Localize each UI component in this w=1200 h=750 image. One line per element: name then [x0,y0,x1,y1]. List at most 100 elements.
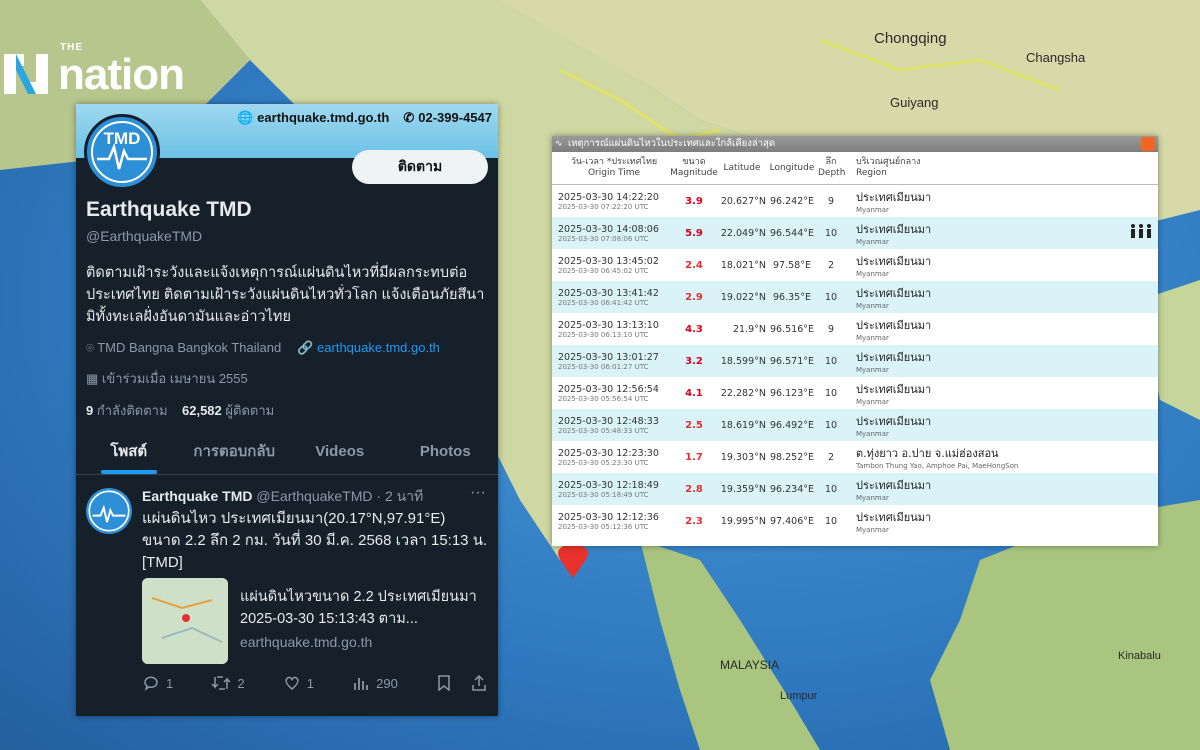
depth: 9 [827,323,835,335]
utc-time: 2025-03-30 06:45:02 UTC [558,266,649,275]
local-time: 2025-03-30 12:48:33 [558,415,659,427]
logo-the-text: THE [60,42,83,53]
views-icon [354,678,369,690]
header-depth-en: Depth [818,168,846,178]
bookmark-icon[interactable] [436,674,452,692]
depth: 10 [824,483,838,495]
cell-time: 2025-03-30 13:01:27 2025-03-30 06:01:27 U… [552,352,670,371]
region-en: Myanmar [856,270,889,278]
map-label-malaysia: MALAYSIA [720,658,780,672]
region-en: Myanmar [856,526,889,534]
retweet-button[interactable]: 2 [211,674,245,692]
cell-region: ประเทศเมียนมา Myanmar [844,252,1124,278]
followers-stat[interactable]: 62,582 ผู้ติดตาม [182,403,274,418]
depth: 10 [824,387,838,399]
tab-replies[interactable]: การตอบกลับ [182,428,288,474]
utc-time: 2025-03-30 05:48:33 UTC [558,426,649,435]
header-region-th: บริเวณศูนย์กลาง [856,157,921,167]
table-row[interactable]: 2025-03-30 13:13:10 2025-03-30 06:13:10 U… [552,313,1158,345]
region-en: Myanmar [856,494,889,502]
banner-website: 🌐 earthquake.tmd.go.th [236,110,390,125]
map-label-changsha: Changsha [1026,50,1086,65]
cell-region: ต.ทุ่งยาว อ.ปาย จ.แม่ฮ่องสอน Tambon Thung… [844,444,1124,470]
views-count: 290 [376,675,398,691]
latitude: 19.303°N [720,451,766,463]
tweet-link-card[interactable]: แผ่นดินไหวขนาด 2.2 ประเทศเมียนมา 2025-03… [142,578,488,666]
table-row[interactable]: 2025-03-30 12:12:36 2025-03-30 05:12:36 U… [552,505,1158,537]
magnitude: 2.9 [685,291,703,303]
local-time: 2025-03-30 13:41:42 [558,287,659,299]
location-pin-icon: ⌾ [86,340,98,355]
table-row[interactable]: 2025-03-30 13:45:02 2025-03-30 06:45:02 U… [552,249,1158,281]
magnitude: 2.4 [685,259,703,271]
table-row[interactable]: 2025-03-30 13:01:27 2025-03-30 06:01:27 U… [552,345,1158,377]
local-time: 2025-03-30 14:08:06 [558,223,659,235]
header-latitude: Latitude [723,162,761,173]
latitude: 20.627°N [720,195,766,207]
more-options-icon[interactable]: ··· [470,484,486,502]
tab-videos[interactable]: Videos [287,428,393,474]
region-en: Myanmar [856,334,889,342]
share-icon[interactable] [470,674,488,692]
profile-location: ⌾ TMD Bangna Bangkok Thailand [86,340,282,355]
tweet[interactable]: Earthquake TMD @EarthquakeTMD · 2 นาที ·… [76,476,498,716]
table-row[interactable]: 2025-03-30 12:56:54 2025-03-30 05:56:54 U… [552,377,1158,409]
header-mag-th: ขนาด [682,157,706,167]
link-card-title: แผ่นดินไหวขนาด 2.2 ประเทศเมียนมา 2025-03… [240,589,477,627]
table-row[interactable]: 2025-03-30 12:48:33 2025-03-30 05:48:33 U… [552,409,1158,441]
region-en: Myanmar [856,302,889,310]
people-icon[interactable] [1124,223,1158,243]
profile-avatar[interactable]: TMD [84,114,160,190]
map-label-chongqing: Chongqing [874,30,947,47]
local-time: 2025-03-30 12:12:36 [558,511,659,523]
tweet-text: แผ่นดินไหว ประเทศเมียนมา(20.17°N,97.91°E… [142,510,488,571]
the-nation-logo: THE nation [0,42,185,98]
cell-time: 2025-03-30 14:08:06 2025-03-30 07:08:06 U… [552,224,670,243]
header-time-th: วัน-เวลา *ประเทศไทย [570,157,658,167]
views-button[interactable]: 290 [352,674,398,692]
region-en: Myanmar [856,430,889,438]
follow-button[interactable]: ติดตาม [352,150,488,184]
magnitude: 1.7 [685,451,703,463]
profile-name: Earthquake TMD [86,198,252,221]
profile-link[interactable]: 🔗 earthquake.tmd.go.th [297,340,440,356]
rss-icon[interactable] [1141,137,1155,151]
table-row[interactable]: 2025-03-30 14:22:20 2025-03-30 07:22:20 U… [552,185,1158,217]
table-row[interactable]: 2025-03-30 14:08:06 2025-03-30 07:08:06 U… [552,217,1158,249]
tweet-header: Earthquake TMD @EarthquakeTMD · 2 นาที [142,486,423,508]
local-time: 2025-03-30 12:23:30 [558,447,659,459]
local-time: 2025-03-30 13:45:02 [558,255,659,267]
region-en: Myanmar [856,398,889,406]
retweet-count: 2 [237,675,245,691]
link-icon: 🔗 [297,340,318,355]
magnitude: 2.3 [685,515,703,527]
map-label-guiyang: Guiyang [890,95,939,110]
cell-region: ประเทศเมียนมา Myanmar [844,348,1124,374]
reply-button[interactable]: 1 [142,674,173,692]
utc-time: 2025-03-30 06:01:27 UTC [558,362,649,371]
region-th: ประเทศเมียนมา [856,479,932,492]
following-stat[interactable]: 9 กำลังติดตาม [86,403,168,418]
region-en: Tambon Thung Yao, Amphoe Pai, MaeHongSon [856,462,1019,470]
cell-region: ประเทศเมียนมา Myanmar [844,220,1124,246]
profile-bio: ติดตามเฝ้าระวังและแจ้งเหตุการณ์แผ่นดินไห… [86,265,485,325]
cell-time: 2025-03-30 14:22:20 2025-03-30 07:22:20 U… [552,192,670,211]
utc-time: 2025-03-30 07:08:06 UTC [558,234,649,243]
like-button[interactable]: 1 [283,674,314,692]
table-row[interactable]: 2025-03-30 12:23:30 2025-03-30 05:23:30 U… [552,441,1158,473]
utc-time: 2025-03-30 06:41:42 UTC [558,298,649,307]
twitter-profile-card: 🌐 earthquake.tmd.go.th ✆ 02-399-4547 TMD ต… [76,104,498,716]
magnitude: 3.2 [685,355,703,367]
tab-photos[interactable]: Photos [393,428,499,474]
tweet-avatar[interactable] [86,488,132,534]
cell-time: 2025-03-30 12:23:30 2025-03-30 05:23:30 U… [552,448,670,467]
tab-posts[interactable]: โพสต์ [76,428,182,474]
table-row[interactable]: 2025-03-30 12:18:49 2025-03-30 05:18:49 U… [552,473,1158,505]
longitude: 96.544°E [770,227,814,239]
earthquake-table-panel: ∿ เหตุการณ์แผ่นดินไหวในประเทศและใกล้เคีย… [552,136,1158,546]
table-row[interactable]: 2025-03-30 13:41:42 2025-03-30 06:41:42 U… [552,281,1158,313]
cell-time: 2025-03-30 12:18:49 2025-03-30 05:18:49 U… [552,480,670,499]
cell-time: 2025-03-30 12:48:33 2025-03-30 05:48:33 U… [552,416,670,435]
longitude: 97.406°E [770,515,814,527]
region-en: Myanmar [856,238,889,246]
